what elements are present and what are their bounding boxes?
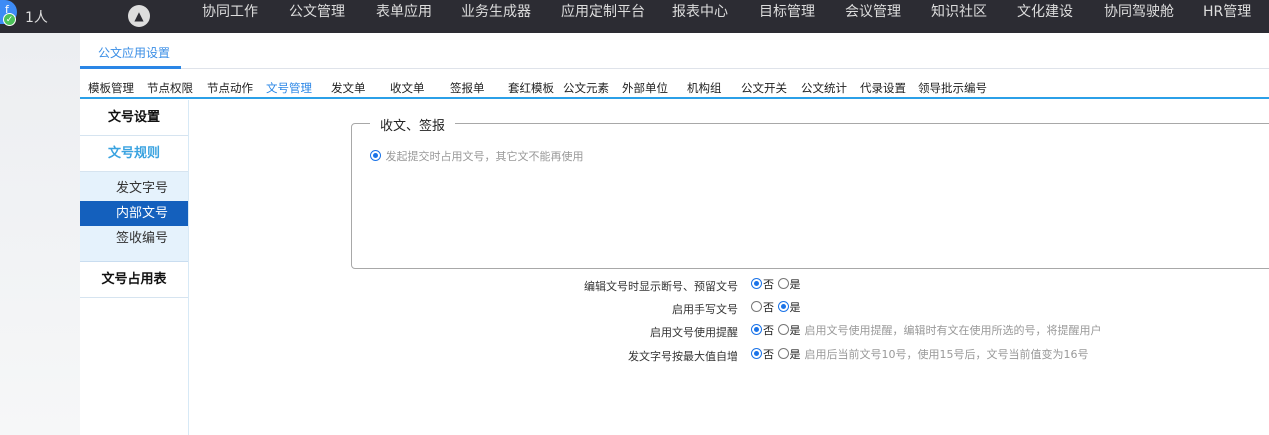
setting-label: 发文字号按最大值自增 — [628, 350, 738, 363]
nav-item[interactable]: 业务生成器 — [461, 1, 531, 34]
radio-no-icon[interactable] — [751, 278, 762, 289]
setting-row: 启用手写文号 否 是 — [400, 298, 1260, 318]
sidebar-header-doc-number-rules[interactable]: 文号规则 — [80, 136, 188, 172]
subtab-item[interactable]: 套红模板 — [508, 80, 554, 96]
subtab-item[interactable]: 收文单 — [390, 80, 425, 96]
setting-radio-group: 否 是 — [751, 299, 801, 315]
setting-row: 编辑文号时显示断号、预留文号 否 是 — [400, 275, 1260, 295]
sidebar-item-receipt-number[interactable]: 签收编号 — [80, 226, 188, 251]
radio-yes-icon[interactable] — [777, 348, 789, 359]
nav-item[interactable]: 协同工作 — [202, 1, 258, 34]
nav-item[interactable]: 文化建设 — [1017, 1, 1073, 34]
subtab-item[interactable]: 发文单 — [331, 80, 366, 96]
nav-item[interactable]: 目标管理 — [759, 1, 815, 34]
nav-item[interactable]: 报表中心 — [672, 1, 728, 34]
subtab-item[interactable]: 节点动作 — [207, 80, 253, 96]
occupy-on-submit-option[interactable]: 发起提交时占用文号，其它文不能再使用 — [370, 148, 584, 164]
fieldset-legend: 收文、签报 — [370, 115, 456, 134]
sidebar-item-outgoing-number[interactable]: 发文字号 — [80, 176, 188, 201]
subtab-item[interactable]: 模板管理 — [88, 80, 134, 96]
sidebar: 文号设置 文号规则 发文字号 内部文号 签收编号 文号占用表 — [80, 100, 189, 435]
subtab-item[interactable]: 节点权限 — [147, 80, 193, 96]
nav-item[interactable]: 表单应用 — [376, 1, 432, 34]
online-check-icon: ✓ — [3, 13, 16, 26]
subtab-item[interactable]: 公文元素 — [563, 80, 609, 96]
sidebar-header-doc-number-settings[interactable]: 文号设置 — [80, 100, 188, 136]
subtab-item[interactable]: 公文统计 — [801, 80, 847, 96]
sub-tabs: 模板管理 节点权限 节点动作 文号管理 发文单 收文单 签报单 套红模板 公文元素 外部单位 机构组… — [80, 69, 1269, 99]
left-gutter — [0, 33, 80, 435]
tab-doc-app-settings[interactable]: 公文应用设置 — [98, 44, 170, 61]
tab-bar: 公文应用设置 — [80, 33, 1269, 69]
logo-icon[interactable]: ▲ — [128, 5, 150, 27]
radio-no-icon[interactable] — [751, 348, 762, 359]
receive-sign-fieldset: 收文、签报 发起提交时占用文号，其它文不能再使用 — [351, 115, 1269, 269]
setting-label: 启用手写文号 — [672, 303, 738, 316]
radio-yes-icon[interactable] — [777, 278, 789, 289]
setting-label: 编辑文号时显示断号、预留文号 — [584, 280, 738, 293]
subtab-item[interactable]: 文号管理 — [266, 80, 312, 96]
sidebar-header-number-usage-table[interactable]: 文号占用表 — [80, 262, 188, 298]
radio-no-icon[interactable] — [751, 301, 762, 312]
nav-item[interactable]: 应用定制平台 — [561, 1, 645, 34]
subtab-item[interactable]: 代录设置 — [860, 80, 906, 96]
online-count[interactable]: 1人 — [25, 7, 48, 27]
sidebar-item-internal-number[interactable]: 内部文号 — [80, 201, 188, 226]
nav-item[interactable]: HR管理 — [1203, 1, 1251, 34]
setting-hint: 启用后当前文号10号，使用15号后，文号当前值变为16号 — [804, 348, 1089, 361]
nav-item[interactable]: 公文管理 — [289, 1, 345, 34]
setting-row: 发文字号按最大值自增 否 是启用后当前文号10号，使用15号后，文号当前值变为1… — [400, 345, 1260, 365]
subtab-item[interactable]: 领导批示编号 — [918, 80, 987, 96]
subtab-item[interactable]: 公文开关 — [741, 80, 787, 96]
radio-no-icon[interactable] — [751, 324, 762, 335]
nav-item[interactable]: 协同驾驶舱 — [1104, 1, 1174, 34]
setting-radio-group: 否 是启用文号使用提醒，编辑时有文在使用所选的号，将提醒用户 — [751, 322, 1102, 338]
subtab-item[interactable]: 外部单位 — [622, 80, 668, 96]
sidebar-rule-items: 发文字号 内部文号 签收编号 — [80, 172, 188, 262]
setting-radio-group: 否 是 — [751, 276, 801, 292]
radio-icon[interactable] — [370, 150, 381, 161]
setting-row: 启用文号使用提醒 否 是启用文号使用提醒，编辑时有文在使用所选的号，将提醒用户 — [400, 321, 1260, 341]
radio-yes-icon[interactable] — [777, 324, 789, 335]
radio-yes-icon[interactable] — [777, 301, 789, 312]
nav-item[interactable]: 知识社区 — [931, 1, 987, 34]
setting-label: 启用文号使用提醒 — [650, 326, 738, 339]
setting-hint: 启用文号使用提醒，编辑时有文在使用所选的号，将提醒用户 — [804, 324, 1102, 337]
setting-radio-group: 否 是启用后当前文号10号，使用15号后，文号当前值变为16号 — [751, 346, 1089, 362]
subtab-item[interactable]: 机构组 — [687, 80, 722, 96]
nav-item[interactable]: 会议管理 — [845, 1, 901, 34]
top-nav-bar: f ✓ 1人 ▲ 协同工作 公文管理 表单应用 业务生成器 应用定制平台 报表中心 目标管理… — [0, 0, 1269, 33]
subtab-item[interactable]: 签报单 — [450, 80, 485, 96]
